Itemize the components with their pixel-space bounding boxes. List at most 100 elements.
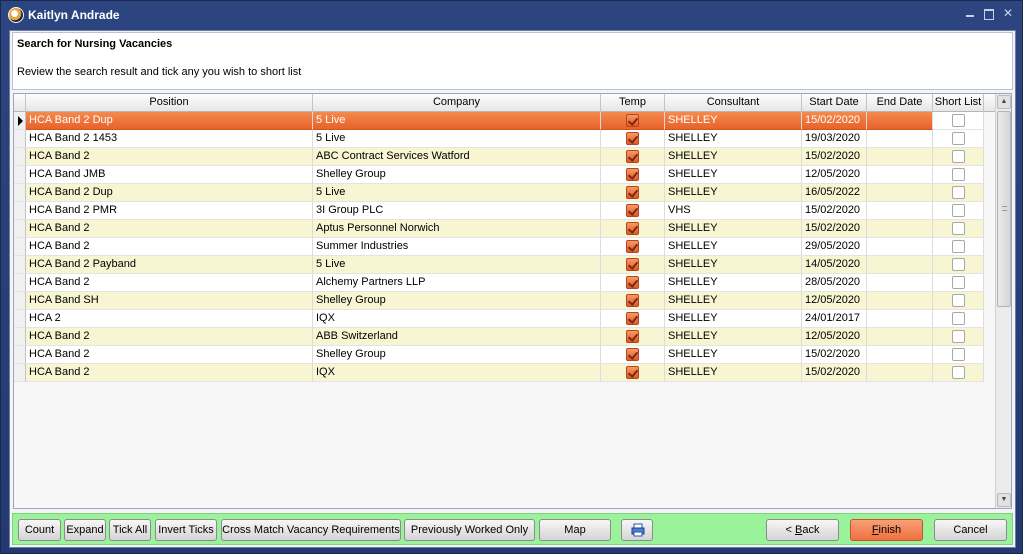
tick-all-button[interactable]: Tick All	[109, 519, 151, 541]
end-date-cell[interactable]	[867, 112, 933, 130]
end-date-cell[interactable]	[867, 328, 933, 346]
temp-checkbox[interactable]	[626, 222, 639, 235]
table-row[interactable]: HCA Band JMB Shelley Group SHELLEY 12/05/20…	[14, 166, 996, 184]
end-date-cell[interactable]	[867, 148, 933, 166]
table-row[interactable]: HCA Band 2 Shelley Group SHELLEY 15/02/2020	[14, 346, 996, 364]
table-row[interactable]: HCA Band 2 Dup 5 Live SHELLEY 16/05/2022	[14, 184, 996, 202]
temp-checkbox[interactable]	[626, 186, 639, 199]
end-date-cell[interactable]	[867, 346, 933, 364]
finish-button[interactable]: Finish	[850, 519, 923, 541]
start-date-cell[interactable]: 15/02/2020	[802, 346, 867, 364]
temp-checkbox[interactable]	[626, 168, 639, 181]
column-header-end-date[interactable]: End Date	[867, 94, 933, 112]
column-header-short-list[interactable]: Short List	[933, 94, 984, 112]
temp-checkbox[interactable]	[626, 348, 639, 361]
temp-checkbox[interactable]	[626, 258, 639, 271]
column-header-position[interactable]: Position	[26, 94, 313, 112]
start-date-cell[interactable]: 15/02/2020	[802, 112, 867, 130]
temp-checkbox[interactable]	[626, 330, 639, 343]
consultant-cell[interactable]: SHELLEY	[665, 220, 802, 238]
company-cell[interactable]: ABB Switzerland	[313, 328, 601, 346]
start-date-cell[interactable]: 12/05/2020	[802, 328, 867, 346]
expand-button[interactable]: Expand	[64, 519, 106, 541]
position-cell[interactable]: HCA Band 2 1453	[26, 130, 313, 148]
table-row[interactable]: HCA 2 IQX SHELLEY 24/01/2017	[14, 310, 996, 328]
cross-match-button[interactable]: Cross Match Vacancy Requirements	[221, 519, 401, 541]
start-date-cell[interactable]: 12/05/2020	[802, 166, 867, 184]
start-date-cell[interactable]: 19/03/2020	[802, 130, 867, 148]
start-date-cell[interactable]: 15/02/2020	[802, 220, 867, 238]
table-row[interactable]: HCA Band 2 PMR 3I Group PLC VHS 15/02/2020	[14, 202, 996, 220]
table-row[interactable]: HCA Band 2 1453 5 Live SHELLEY 19/03/2020	[14, 130, 996, 148]
start-date-cell[interactable]: 15/02/2020	[802, 148, 867, 166]
start-date-cell[interactable]: 15/02/2020	[802, 202, 867, 220]
start-date-cell[interactable]: 15/02/2020	[802, 364, 867, 382]
consultant-cell[interactable]: SHELLEY	[665, 292, 802, 310]
position-cell[interactable]: HCA Band 2 Dup	[26, 184, 313, 202]
company-cell[interactable]: Alchemy Partners LLP	[313, 274, 601, 292]
column-header-start-date[interactable]: Start Date	[802, 94, 867, 112]
position-cell[interactable]: HCA Band 2 Payband	[26, 256, 313, 274]
temp-checkbox[interactable]	[626, 312, 639, 325]
consultant-cell[interactable]: SHELLEY	[665, 238, 802, 256]
end-date-cell[interactable]	[867, 274, 933, 292]
count-button[interactable]: Count	[18, 519, 61, 541]
temp-checkbox[interactable]	[626, 366, 639, 379]
back-button[interactable]: < Back	[766, 519, 839, 541]
company-cell[interactable]: Shelley Group	[313, 166, 601, 184]
table-row[interactable]: HCA Band 2 Alchemy Partners LLP SHELLEY 28/…	[14, 274, 996, 292]
invert-ticks-button[interactable]: Invert Ticks	[155, 519, 217, 541]
company-cell[interactable]: Shelley Group	[313, 292, 601, 310]
short-list-checkbox[interactable]	[951, 168, 965, 181]
consultant-cell[interactable]: SHELLEY	[665, 130, 802, 148]
company-cell[interactable]: Aptus Personnel Norwich	[313, 220, 601, 238]
position-cell[interactable]: HCA Band 2	[26, 220, 313, 238]
short-list-checkbox[interactable]	[951, 114, 965, 127]
company-cell[interactable]: Summer Industries	[313, 238, 601, 256]
company-cell[interactable]: ABC Contract Services Watford	[313, 148, 601, 166]
short-list-checkbox[interactable]	[951, 294, 965, 307]
short-list-checkbox[interactable]	[951, 222, 965, 235]
short-list-checkbox[interactable]	[951, 258, 965, 271]
short-list-checkbox[interactable]	[951, 204, 965, 217]
temp-checkbox[interactable]	[626, 294, 639, 307]
end-date-cell[interactable]	[867, 166, 933, 184]
cancel-button[interactable]: Cancel	[934, 519, 1007, 541]
table-row[interactable]: HCA Band 2 ABB Switzerland SHELLEY 12/05/20…	[14, 328, 996, 346]
close-icon[interactable]: ✕	[1002, 6, 1014, 20]
minimize-icon[interactable]	[964, 6, 976, 20]
vertical-scrollbar[interactable]: ▲ ▼	[995, 94, 1011, 508]
short-list-checkbox[interactable]	[951, 312, 965, 325]
position-cell[interactable]: HCA Band 2	[26, 238, 313, 256]
short-list-checkbox[interactable]	[951, 150, 965, 163]
company-cell[interactable]: 3I Group PLC	[313, 202, 601, 220]
end-date-cell[interactable]	[867, 130, 933, 148]
table-row[interactable]: HCA Band 2 Summer Industries SHELLEY 29/05/…	[14, 238, 996, 256]
position-cell[interactable]: HCA Band 2	[26, 328, 313, 346]
company-cell[interactable]: 5 Live	[313, 130, 601, 148]
column-header-temp[interactable]: Temp	[601, 94, 665, 112]
company-cell[interactable]: 5 Live	[313, 184, 601, 202]
table-row[interactable]: HCA Band 2 Dup 5 Live SHELLEY 15/02/2020	[14, 112, 996, 130]
consultant-cell[interactable]: SHELLEY	[665, 166, 802, 184]
temp-checkbox[interactable]	[626, 150, 639, 163]
column-header-consultant[interactable]: Consultant	[665, 94, 802, 112]
map-button[interactable]: Map	[539, 519, 611, 541]
temp-checkbox[interactable]	[626, 204, 639, 217]
end-date-cell[interactable]	[867, 184, 933, 202]
temp-checkbox[interactable]	[626, 276, 639, 289]
consultant-cell[interactable]: SHELLEY	[665, 364, 802, 382]
company-cell[interactable]: 5 Live	[313, 256, 601, 274]
table-row[interactable]: HCA Band 2 Aptus Personnel Norwich SHELLEY…	[14, 220, 996, 238]
temp-checkbox[interactable]	[626, 240, 639, 253]
end-date-cell[interactable]	[867, 220, 933, 238]
position-cell[interactable]: HCA 2	[26, 310, 313, 328]
print-button[interactable]	[621, 519, 653, 541]
end-date-cell[interactable]	[867, 256, 933, 274]
company-cell[interactable]: IQX	[313, 364, 601, 382]
temp-checkbox[interactable]	[626, 132, 639, 145]
end-date-cell[interactable]	[867, 364, 933, 382]
table-row[interactable]: HCA Band SH Shelley Group SHELLEY 12/05/202…	[14, 292, 996, 310]
end-date-cell[interactable]	[867, 292, 933, 310]
company-cell[interactable]: 5 Live	[313, 112, 601, 130]
